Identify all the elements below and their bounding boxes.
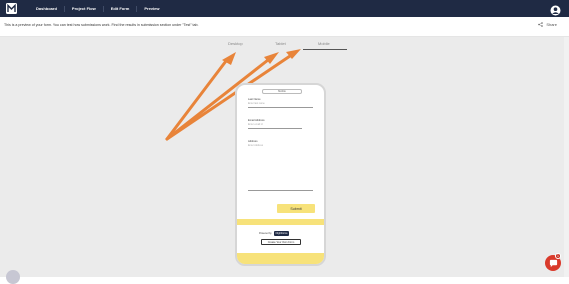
address-input[interactable]: Enter Address	[248, 144, 263, 147]
chat-badge: 1	[555, 253, 561, 259]
help-launcher-icon[interactable]	[6, 270, 20, 284]
address-field: Address Enter Address	[248, 140, 263, 147]
mobile-preview-frame: Mobile Last Name Enter last name Email A…	[235, 83, 326, 266]
address-underline	[248, 190, 313, 191]
email-field: Email Address Enter email id	[248, 119, 265, 126]
last-name-underline	[248, 107, 313, 108]
powered-by-label: Powered by	[259, 232, 272, 235]
brand-badge[interactable]: Flightforms	[273, 231, 290, 236]
footer-band-bottom	[237, 253, 324, 264]
vertical-scrollbar[interactable]	[564, 37, 569, 277]
phone-header: Mobile	[262, 89, 302, 94]
submit-button[interactable]: Submit	[277, 204, 315, 213]
chat-icon	[549, 259, 557, 267]
email-input[interactable]: Enter email id	[248, 123, 265, 126]
powered-by: Powered by Flightforms	[259, 231, 290, 236]
last-name-input[interactable]: Enter last name	[248, 102, 265, 105]
phone-header-label: Mobile	[278, 90, 286, 93]
email-label: Email Address	[248, 119, 265, 122]
last-name-label: Last Name	[248, 98, 261, 101]
email-underline	[248, 128, 302, 129]
address-label: Address	[248, 140, 258, 143]
footer-band-top	[237, 219, 324, 225]
create-form-button[interactable]: Create Your Own Form	[261, 239, 301, 245]
last-name-field: Last Name Enter last name	[248, 98, 265, 105]
